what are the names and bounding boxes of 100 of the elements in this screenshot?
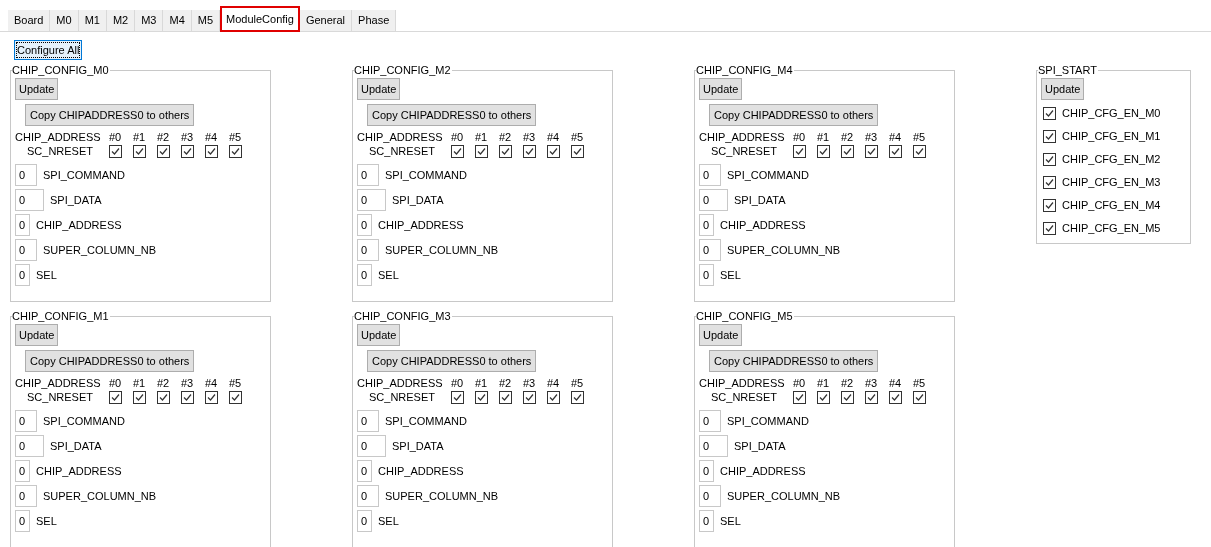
copy-button[interactable]: Copy CHIPADDRESS0 to others [25, 350, 195, 372]
checkbox[interactable] [157, 144, 170, 158]
value-field[interactable]: 0 [357, 510, 372, 532]
value-field[interactable]: 0 [15, 164, 37, 186]
value-field[interactable]: 0 [699, 485, 721, 507]
value-field[interactable]: 0 [15, 189, 44, 211]
checkbox[interactable] [451, 390, 464, 404]
checkbox-label: CHIP_CFG_EN_M5 [1062, 221, 1161, 235]
value-field[interactable]: 0 [15, 435, 44, 457]
value-field[interactable]: 0 [357, 410, 379, 432]
checkbox[interactable] [841, 144, 854, 158]
checkbox[interactable] [889, 144, 902, 158]
checkbox[interactable] [793, 144, 806, 158]
value-field[interactable]: 0 [699, 214, 714, 236]
value-field[interactable]: 0 [15, 410, 37, 432]
checkbox[interactable] [451, 144, 464, 158]
checkbox[interactable] [133, 390, 146, 404]
value-field[interactable]: 0 [357, 435, 386, 457]
checkbox[interactable] [229, 144, 242, 158]
value-field[interactable]: 0 [699, 264, 714, 286]
value-field[interactable]: 0 [15, 264, 30, 286]
checkbox[interactable] [181, 390, 194, 404]
checkbox[interactable] [1043, 129, 1056, 143]
checkbox[interactable] [889, 390, 902, 404]
copy-button[interactable]: Copy CHIPADDRESS0 to others [709, 104, 879, 126]
value-field[interactable]: 0 [15, 239, 37, 261]
checkbox[interactable] [1043, 106, 1056, 120]
value-field[interactable]: 0 [15, 510, 30, 532]
update-button[interactable]: Update [1041, 78, 1085, 100]
tab[interactable]: M4 [163, 10, 192, 31]
checkbox[interactable] [475, 390, 488, 404]
checkbox[interactable] [1043, 152, 1056, 166]
checkbox[interactable] [523, 144, 536, 158]
checkbox[interactable] [157, 390, 170, 404]
value-field[interactable]: 0 [699, 410, 721, 432]
tab[interactable]: Board [8, 10, 51, 31]
checkbox[interactable] [109, 144, 122, 158]
checkbox[interactable] [205, 390, 218, 404]
checkbox[interactable] [523, 390, 536, 404]
value-field[interactable]: 0 [357, 164, 379, 186]
checkbox[interactable] [571, 144, 584, 158]
checkbox[interactable] [1043, 221, 1056, 235]
checkbox[interactable] [205, 144, 218, 158]
tab[interactable]: M0 [50, 10, 79, 31]
checkbox[interactable] [229, 390, 242, 404]
checkbox[interactable] [547, 144, 560, 158]
tab[interactable]: M2 [106, 10, 136, 31]
checkbox[interactable] [1043, 175, 1056, 189]
tab[interactable]: ModuleConfig [220, 6, 300, 32]
copy-button[interactable]: Copy CHIPADDRESS0 to others [367, 104, 537, 126]
checkbox[interactable] [817, 144, 830, 158]
chip-number: #4 [547, 376, 561, 390]
value-field[interactable]: 0 [357, 264, 372, 286]
tab[interactable]: M3 [135, 10, 164, 31]
value-field[interactable]: 0 [357, 485, 379, 507]
value-field[interactable]: 0 [699, 164, 721, 186]
checkbox[interactable] [475, 144, 488, 158]
value-field[interactable]: 0 [699, 239, 721, 261]
checkbox[interactable] [109, 390, 122, 404]
checkbox[interactable] [841, 390, 854, 404]
value-field[interactable]: 0 [357, 189, 386, 211]
value-field[interactable]: 0 [15, 460, 30, 482]
checkbox[interactable] [181, 144, 194, 158]
checkbox[interactable] [865, 144, 878, 158]
copy-button[interactable]: Copy CHIPADDRESS0 to others [25, 104, 195, 126]
checkbox[interactable] [913, 144, 926, 158]
update-button[interactable]: Update [357, 324, 401, 346]
update-button[interactable]: Update [15, 78, 59, 100]
value-field[interactable]: 0 [699, 189, 728, 211]
value-field[interactable]: 0 [699, 510, 714, 532]
update-button[interactable]: Update [357, 78, 401, 100]
field-label: SEL [378, 267, 399, 283]
checkbox[interactable] [913, 390, 926, 404]
checkbox[interactable] [1043, 198, 1056, 212]
checkbox[interactable] [499, 390, 512, 404]
checkbox[interactable] [571, 390, 584, 404]
configure-all-button[interactable]: Configure All [14, 40, 83, 60]
checkmark-icon [795, 146, 804, 156]
tab[interactable]: M1 [78, 10, 107, 31]
value-field[interactable]: 0 [357, 239, 379, 261]
checkbox[interactable] [499, 144, 512, 158]
checkbox[interactable] [547, 390, 560, 404]
value-field[interactable]: 0 [15, 485, 37, 507]
tab[interactable]: M5 [191, 10, 221, 31]
copy-button[interactable]: Copy CHIPADDRESS0 to others [367, 350, 537, 372]
update-button[interactable]: Update [699, 78, 743, 100]
checkbox[interactable] [133, 144, 146, 158]
value-field[interactable]: 0 [699, 435, 728, 457]
value-field[interactable]: 0 [357, 214, 372, 236]
update-button[interactable]: Update [15, 324, 59, 346]
value-field[interactable]: 0 [15, 214, 30, 236]
value-field[interactable]: 0 [699, 460, 714, 482]
tab[interactable]: General [299, 10, 353, 31]
update-button[interactable]: Update [699, 324, 743, 346]
checkbox[interactable] [817, 390, 830, 404]
checkbox[interactable] [793, 390, 806, 404]
tab[interactable]: Phase [352, 10, 397, 31]
checkbox[interactable] [865, 390, 878, 404]
copy-button[interactable]: Copy CHIPADDRESS0 to others [709, 350, 879, 372]
value-field[interactable]: 0 [357, 460, 372, 482]
